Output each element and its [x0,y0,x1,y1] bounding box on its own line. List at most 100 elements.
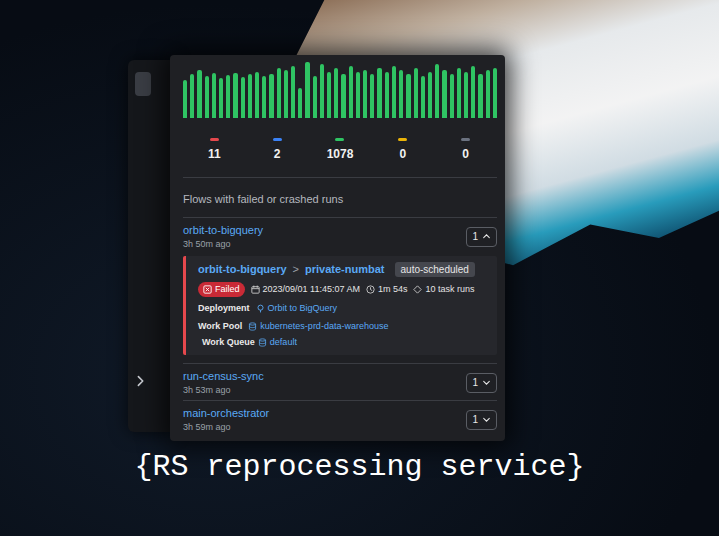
work-queue: Work Queue default [202,336,297,349]
flow-link[interactable]: orbit-to-bigquery [198,263,287,276]
task-run-icon [413,285,422,294]
chart-bar[interactable] [450,74,454,118]
chart-bar[interactable] [212,73,216,118]
chart-bar[interactable] [385,72,389,118]
state-count-number: 2 [246,147,309,161]
sidebar-item[interactable] [135,72,151,96]
flow-link[interactable]: run-census-sync [183,369,264,383]
chart-bar[interactable] [457,68,461,118]
state-count-number: 11 [183,147,246,161]
chart-bar[interactable] [313,76,317,118]
chart-bar[interactable] [349,66,353,118]
chart-bar[interactable] [421,76,425,118]
chart-bar[interactable] [478,74,482,118]
chart-bar[interactable] [428,72,432,118]
chart-bar[interactable] [363,70,367,118]
chart-bar[interactable] [341,74,345,118]
chart-bar[interactable] [305,62,309,118]
calendar-icon [251,285,260,294]
chart-bar[interactable] [226,75,230,118]
chart-bar[interactable] [255,72,259,118]
stage: 112107800Flows with failed or crashed ru… [0,0,719,536]
chevron-up-icon [482,232,491,241]
duration: 1m 54s [366,283,408,296]
expand-toggle-button[interactable]: 1 [466,410,497,430]
work-pool-link[interactable]: kubernetes-prd-data-warehouse [260,320,388,333]
state-count[interactable]: 1078 [309,118,372,161]
work-queue-link[interactable]: default [270,336,297,349]
state-count[interactable]: 2 [246,118,309,161]
run-link[interactable]: private-numbat [305,263,384,276]
chart-bar[interactable] [471,66,475,118]
deployment: Orbit to BigQuery [256,302,338,315]
state-count[interactable]: 11 [183,118,246,161]
chart-bar[interactable] [327,72,331,118]
state-count[interactable]: 0 [371,118,434,161]
chevron-right-icon[interactable] [134,374,148,388]
flow-info: main-orchestrator3h 59m ago [183,406,269,433]
chart-bar[interactable] [493,68,497,118]
state-count-number: 1078 [309,147,372,161]
chart-bar[interactable] [356,72,360,118]
chart-bar[interactable] [435,64,439,118]
flow-run-card: orbit-to-bigquery>private-numbatauto-sch… [183,256,497,355]
flow-row: main-orchestrator3h 59m ago 1 [183,401,497,437]
chart-bar[interactable] [406,74,410,118]
chart-bar[interactable] [399,70,403,118]
flow-time: 3h 50m ago [183,238,263,250]
chevron-down-icon [482,415,491,424]
flow-info: run-census-sync3h 53m ago [183,369,264,396]
chart-bar[interactable] [190,74,194,118]
state-count[interactable]: 0 [434,118,497,161]
chart-bar[interactable] [414,68,418,118]
state-count-number: 0 [434,147,497,161]
database-icon [248,322,257,331]
flow-time: 3h 53m ago [183,384,264,396]
chart-bar[interactable] [248,74,252,118]
chart-bar[interactable] [298,88,302,118]
chart-bar[interactable] [486,70,490,118]
run-count: 1 [472,231,478,243]
chart-bar[interactable] [377,68,381,118]
chart-bar[interactable] [262,76,266,118]
flow-link[interactable]: main-orchestrator [183,406,269,420]
run-count: 1 [472,414,478,426]
flow-row: run-census-sync3h 53m ago 1 [183,364,497,400]
database-icon [258,338,267,347]
chart-bar[interactable] [464,72,468,118]
flow-row: orbit-to-bigquery3h 50m ago 1 [183,218,497,254]
chart-bar[interactable] [277,68,281,118]
section-title: Flows with failed or crashed runs [183,178,497,217]
state-color-dash [398,138,407,141]
chart-bar[interactable] [320,64,324,118]
chart-bar[interactable] [219,78,223,118]
chart-bar[interactable] [241,77,245,118]
chart-bar[interactable] [334,68,338,118]
deployment-link[interactable]: Orbit to BigQuery [268,302,338,315]
chart-bar[interactable] [442,70,446,118]
failed-x-icon [203,285,212,294]
expand-toggle-button[interactable]: 1 [466,373,497,393]
chart-bar[interactable] [233,73,237,118]
run-count: 1 [472,377,478,389]
chart-bar[interactable] [370,74,374,118]
state-color-dash [273,138,282,141]
chart-bar[interactable] [284,70,288,118]
flow-info: orbit-to-bigquery3h 50m ago [183,223,263,250]
flow-link[interactable]: orbit-to-bigquery [183,223,263,237]
chart-bar[interactable] [269,74,273,118]
duration-text: 1m 54s [378,283,408,296]
chart-bar[interactable] [392,66,396,118]
chart-bar[interactable] [183,80,187,118]
run-meta-line: Failed2023/09/01 11:45:07 AM1m 54s10 tas… [198,282,491,297]
chart-bar[interactable] [205,76,209,118]
state-label: Failed [215,283,240,296]
chart-bar[interactable] [197,70,201,118]
work-queue-label: Work Queue [202,336,255,349]
work-pool-line: Work Pool kubernetes-prd-data-warehouse Wo… [198,320,491,349]
breadcrumb-separator: > [293,263,299,276]
work-pool-label: Work Pool [198,320,242,333]
expand-toggle-button[interactable]: 1 [466,227,497,247]
chart-bar[interactable] [291,66,295,118]
deployment-pin-icon [256,304,265,313]
